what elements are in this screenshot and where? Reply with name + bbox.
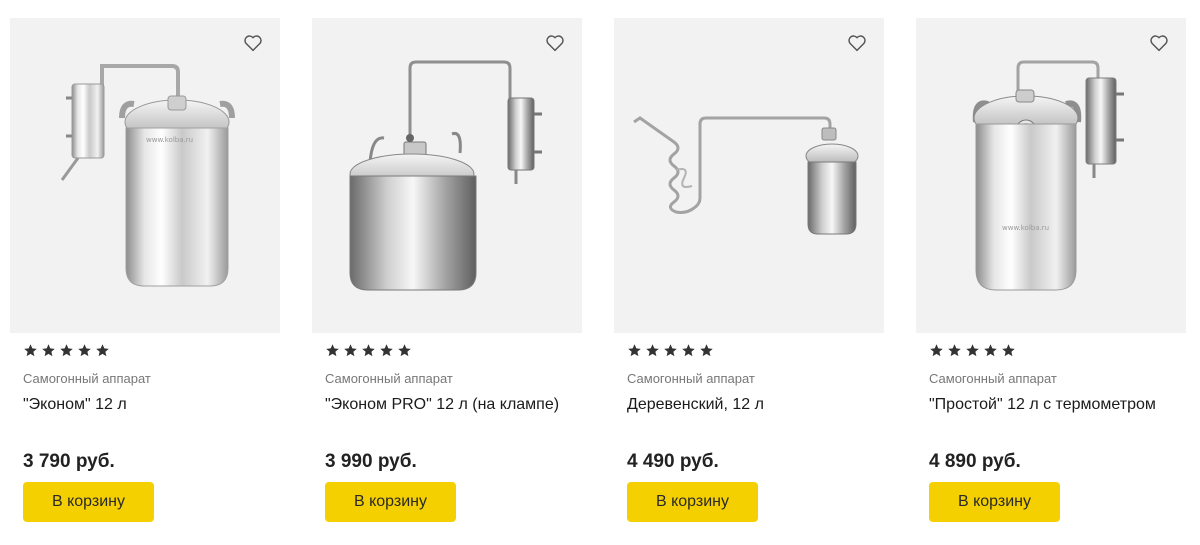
star-icon xyxy=(326,344,339,357)
rating-stars xyxy=(325,343,412,358)
product-category: Самогонный аппарат xyxy=(929,371,1057,386)
add-to-cart-button[interactable]: В корзину xyxy=(325,482,456,522)
add-to-cart-button[interactable]: В корзину xyxy=(929,482,1060,522)
star-icon xyxy=(60,344,73,357)
star-icon xyxy=(646,344,659,357)
star-icon xyxy=(42,344,55,357)
star-icon xyxy=(344,344,357,357)
product-category: Самогонный аппарат xyxy=(325,371,453,386)
star-icon xyxy=(682,344,695,357)
product-photo[interactable]: www.kolba.ru xyxy=(10,18,280,333)
star-icon xyxy=(380,344,393,357)
favorite-heart-icon[interactable] xyxy=(846,32,868,54)
rating-stars xyxy=(929,343,1016,358)
star-icon xyxy=(628,344,641,357)
product-image-area[interactable] xyxy=(312,18,582,333)
favorite-heart-icon[interactable] xyxy=(1148,32,1170,54)
product-title[interactable]: "Эконом PRO" 12 л (на клампе) xyxy=(325,394,575,416)
product-card: Самогонный аппарат Деревенский, 12 л 4 4… xyxy=(614,18,884,538)
product-price: 3 790 руб. xyxy=(23,451,115,472)
product-grid: www.kolba.ru Самогонный аппарат "Эконом"… xyxy=(0,0,1200,545)
product-card: Самогонный аппарат "Эконом PRO" 12 л (на… xyxy=(312,18,582,538)
product-category: Самогонный аппарат xyxy=(23,371,151,386)
product-image-area[interactable]: www.kolba.ru xyxy=(916,18,1186,333)
star-icon xyxy=(664,344,677,357)
star-icon xyxy=(398,344,411,357)
star-icon xyxy=(1002,344,1015,357)
product-photo[interactable] xyxy=(614,18,884,333)
product-title[interactable]: Деревенский, 12 л xyxy=(627,394,877,416)
product-price: 4 490 руб. xyxy=(627,451,719,472)
favorite-heart-icon[interactable] xyxy=(242,32,264,54)
product-card: www.kolba.ru Самогонный аппарат "Простой… xyxy=(916,18,1186,538)
product-price: 3 990 руб. xyxy=(325,451,417,472)
watermark: www.kolba.ru xyxy=(146,136,193,144)
star-icon xyxy=(984,344,997,357)
product-image-area[interactable]: www.kolba.ru xyxy=(10,18,280,333)
rating-stars xyxy=(627,343,714,358)
star-icon xyxy=(930,344,943,357)
add-to-cart-button[interactable]: В корзину xyxy=(23,482,154,522)
star-icon xyxy=(24,344,37,357)
add-to-cart-button[interactable]: В корзину xyxy=(627,482,758,522)
star-icon xyxy=(78,344,91,357)
product-title[interactable]: "Простой" 12 л с термометром xyxy=(929,394,1179,416)
product-title[interactable]: "Эконом" 12 л xyxy=(23,394,273,416)
star-icon xyxy=(948,344,961,357)
favorite-heart-icon[interactable] xyxy=(544,32,566,54)
product-category: Самогонный аппарат xyxy=(627,371,755,386)
product-image-area[interactable] xyxy=(614,18,884,333)
star-icon xyxy=(96,344,109,357)
star-icon xyxy=(700,344,713,357)
product-price: 4 890 руб. xyxy=(929,451,1021,472)
product-photo[interactable] xyxy=(312,18,582,333)
star-icon xyxy=(966,344,979,357)
watermark: www.kolba.ru xyxy=(1002,224,1049,232)
star-icon xyxy=(362,344,375,357)
product-photo[interactable]: www.kolba.ru xyxy=(916,18,1186,333)
product-card: www.kolba.ru Самогонный аппарат "Эконом"… xyxy=(10,18,280,538)
rating-stars xyxy=(23,343,110,358)
